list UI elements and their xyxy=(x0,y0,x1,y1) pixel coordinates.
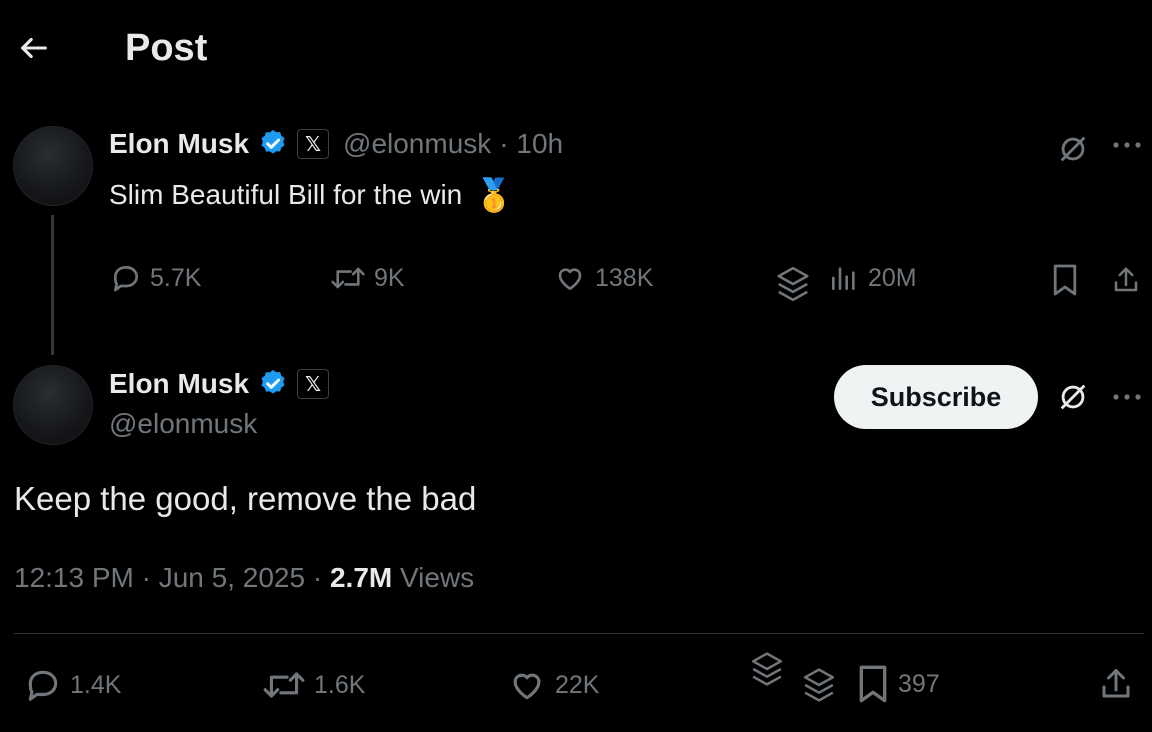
like-count: 22K xyxy=(555,670,600,699)
reply-button[interactable]: 5.7K xyxy=(110,262,201,294)
repost-button[interactable]: 9K xyxy=(330,262,405,294)
like-button[interactable]: 138K xyxy=(553,262,653,294)
arrow-left-icon xyxy=(21,37,47,59)
views-label: Views xyxy=(392,562,475,593)
repost-count: 9K xyxy=(374,263,405,292)
author-name[interactable]: Elon Musk xyxy=(109,128,249,160)
author-name[interactable]: Elon Musk xyxy=(109,368,249,400)
views-count: 2.7M xyxy=(329,562,393,593)
more-options-icon[interactable] xyxy=(1108,382,1146,412)
grok-layers-icon[interactable] xyxy=(746,648,788,690)
x-affiliate-badge-icon: 𝕏 xyxy=(297,129,330,159)
heart-icon xyxy=(513,673,541,700)
grok-icon[interactable] xyxy=(1054,378,1092,416)
views-button[interactable]: 20M xyxy=(828,262,917,294)
reply-icon xyxy=(28,670,58,701)
reply-count: 5.7K xyxy=(150,263,202,292)
x-affiliate-badge-icon: 𝕏 xyxy=(297,369,330,399)
parent-post-header: Elon Musk 𝕏 @elonmusk · 10h xyxy=(109,128,563,160)
author-handle[interactable]: @elonmusk xyxy=(343,128,491,160)
repost-icon xyxy=(263,672,305,698)
heart-icon xyxy=(558,268,582,290)
divider xyxy=(14,633,1144,634)
reply-count: 1.4K xyxy=(70,670,122,699)
repost-icon xyxy=(331,267,365,289)
reply-button[interactable]: 1.4K xyxy=(24,666,121,704)
subscribe-button[interactable]: Subscribe xyxy=(834,365,1038,429)
verified-badge-icon xyxy=(257,128,289,160)
author-handle[interactable]: @elonmusk xyxy=(109,408,257,440)
avatar[interactable] xyxy=(13,365,93,445)
post-timestamp[interactable]: 12:13 PM · Jun 5, 2025 · xyxy=(14,562,330,593)
more-options-icon[interactable] xyxy=(1108,130,1146,160)
grok-icon[interactable] xyxy=(1054,130,1092,168)
page-title: Post xyxy=(125,27,208,69)
avatar[interactable] xyxy=(13,126,93,206)
post-time[interactable]: · 10h xyxy=(499,128,563,160)
post-metadata: 12:13 PM · Jun 5, 2025 · 2.7M Views xyxy=(14,562,474,594)
analytics-icon xyxy=(832,267,855,290)
parent-post-body: Slim Beautiful Bill for the win 🥇 xyxy=(109,176,514,214)
like-button[interactable]: 22K xyxy=(507,666,599,704)
back-button[interactable] xyxy=(16,30,52,66)
post-text: Keep the good, remove the bad xyxy=(14,480,477,517)
bookmark-button[interactable]: 397 xyxy=(856,664,940,704)
share-icon[interactable] xyxy=(1096,664,1136,704)
grok-layers-icon[interactable] xyxy=(773,262,813,306)
grok-layers-icon[interactable] xyxy=(798,664,840,706)
repost-count: 1.6K xyxy=(314,670,366,699)
view-count: 20M xyxy=(868,263,917,292)
bookmark-icon xyxy=(859,665,887,703)
post-text: Slim Beautiful Bill for the win xyxy=(109,179,463,210)
bookmark-count: 397 xyxy=(898,669,940,698)
thread-connector xyxy=(51,215,54,355)
verified-badge-icon xyxy=(257,368,289,400)
main-post-header: Elon Musk 𝕏 xyxy=(109,368,330,400)
gold-medal-emoji: 🥇 xyxy=(474,177,515,213)
bookmark-icon[interactable] xyxy=(1049,262,1081,298)
share-icon[interactable] xyxy=(1110,262,1142,298)
repost-button[interactable]: 1.6K xyxy=(262,666,365,704)
reply-icon xyxy=(113,266,138,292)
like-count: 138K xyxy=(595,263,654,292)
